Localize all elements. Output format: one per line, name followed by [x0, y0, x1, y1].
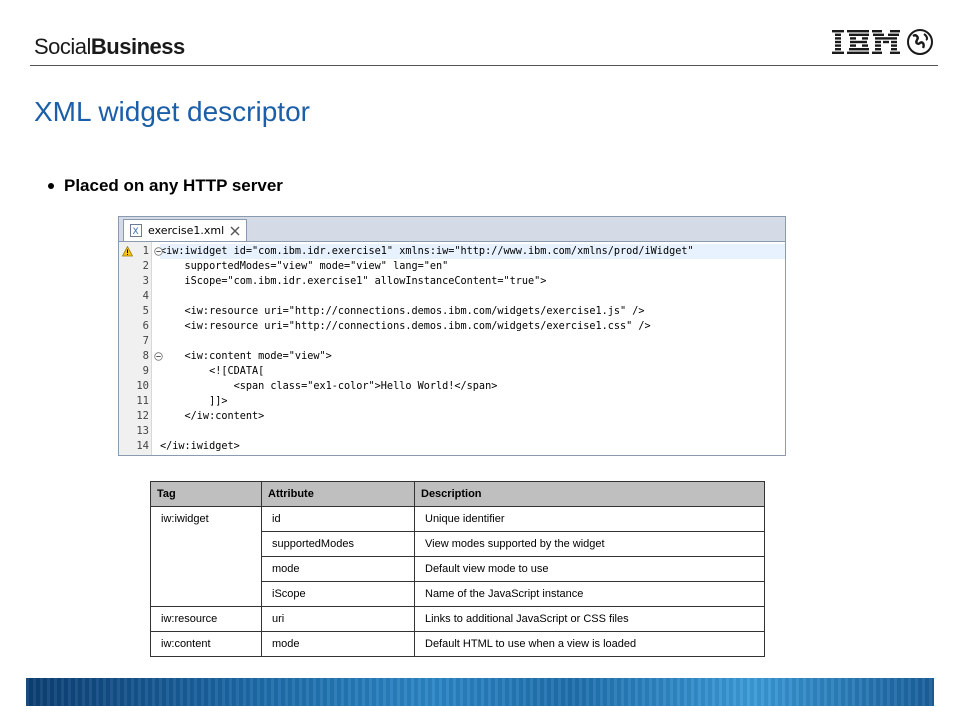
cell-attribute: iScope: [261, 581, 415, 607]
bullet-item: Placed on any HTTP server: [48, 176, 283, 196]
editor-tab-bar: X exercise1.xml: [119, 217, 785, 242]
line-number: 6: [142, 320, 149, 332]
line-number: 3: [142, 275, 149, 287]
cell-description: Default HTML to use when a view is loade…: [414, 631, 765, 657]
tab-exercise1-xml[interactable]: X exercise1.xml: [123, 219, 248, 241]
line-number: 9: [142, 365, 149, 377]
code-line: <iw:content mode="view">: [160, 351, 332, 362]
bullet-text: Placed on any HTTP server: [64, 176, 283, 195]
code-line: <iw:resource uri="http://connections.dem…: [160, 321, 651, 332]
tab-label: exercise1.xml: [148, 224, 225, 237]
code-line: iScope="com.ibm.idr.exercise1" allowInst…: [160, 276, 547, 287]
column-header-tag: Tag: [150, 481, 262, 507]
xml-editor-panel: X exercise1.xml 1 2 3 4 5 6 7 8 9 10 11 …: [118, 216, 786, 456]
code-area[interactable]: 1 2 3 4 5 6 7 8 9 10 11 12 13 14 <iw:iwi…: [119, 242, 785, 455]
line-number: 12: [136, 410, 149, 422]
globe-icon: [907, 29, 933, 55]
table-row: iw:content mode Default HTML to use when…: [150, 631, 765, 657]
code-text[interactable]: <iw:iwidget id="com.ibm.idr.exercise1" x…: [152, 242, 785, 455]
line-number: 4: [142, 290, 149, 302]
cell-attribute: mode: [261, 556, 415, 582]
line-number-text: 1: [142, 245, 149, 257]
cell-description: Default view mode to use: [414, 556, 765, 582]
code-line: </iw:iwidget>: [160, 441, 240, 452]
code-line: <![CDATA[: [160, 366, 265, 377]
brand-light-text: Social: [34, 34, 91, 59]
column-header-attribute: Attribute: [261, 481, 415, 507]
cell-attribute: supportedModes: [261, 531, 415, 557]
line-number: 2: [142, 260, 149, 272]
cell-tag: iw:iwidget: [150, 506, 262, 607]
code-line: <span class="ex1-color">Hello World!</sp…: [160, 381, 498, 392]
line-number: 14: [136, 440, 149, 452]
footer-decorative-bar: [26, 678, 934, 706]
code-line: supportedModes="view" mode="view" lang="…: [160, 261, 449, 272]
collapse-icon[interactable]: [154, 247, 163, 256]
code-line: ]]>: [160, 396, 228, 407]
collapse-icon[interactable]: [154, 352, 163, 361]
line-number: 13: [136, 425, 149, 437]
cell-description: Links to additional JavaScript or CSS fi…: [414, 606, 765, 632]
bullet-dot-icon: [48, 183, 54, 189]
line-number-text: 8: [142, 350, 149, 362]
socialbusiness-logo: SocialBusiness: [34, 34, 185, 60]
close-icon[interactable]: [230, 226, 240, 236]
line-number: 7: [142, 335, 149, 347]
table-row: iw:resource uri Links to additional Java…: [150, 606, 765, 632]
line-number: 10: [136, 380, 149, 392]
code-line: </iw:content>: [160, 411, 265, 422]
column-header-description: Description: [414, 481, 765, 507]
svg-text:X: X: [133, 227, 139, 237]
cell-tag: iw:resource: [150, 606, 262, 632]
cell-attribute: id: [261, 506, 415, 532]
cell-tag: iw:content: [150, 631, 262, 657]
line-number-gutter: 1 2 3 4 5 6 7 8 9 10 11 12 13 14: [119, 242, 163, 455]
cell-description: Unique identifier: [414, 506, 765, 532]
xml-file-icon: X: [130, 224, 142, 237]
cell-description: View modes supported by the widget: [414, 531, 765, 557]
code-line: <iw:iwidget id="com.ibm.idr.exercise1" x…: [160, 244, 785, 259]
ibm-logo: [832, 30, 900, 54]
code-line: <iw:resource uri="http://connections.dem…: [160, 306, 645, 317]
brand-bold-text: Business: [90, 34, 185, 59]
line-number: 8: [119, 349, 163, 364]
cell-attribute: mode: [261, 631, 415, 657]
warning-icon[interactable]: [122, 246, 133, 257]
line-number: 11: [136, 395, 149, 407]
cell-attribute: uri: [261, 606, 415, 632]
ibm-logo-group: [832, 28, 934, 56]
line-number: 1: [119, 244, 163, 259]
table-row: iw:iwidget id Unique identifier: [150, 506, 765, 607]
header-divider: [30, 65, 938, 66]
table-header-row: Tag Attribute Description: [150, 481, 765, 507]
cell-description: Name of the JavaScript instance: [414, 581, 765, 607]
line-number: 5: [142, 305, 149, 317]
attribute-table: Tag Attribute Description iw:iwidget id …: [150, 481, 765, 657]
page-title: XML widget descriptor: [34, 96, 310, 127]
